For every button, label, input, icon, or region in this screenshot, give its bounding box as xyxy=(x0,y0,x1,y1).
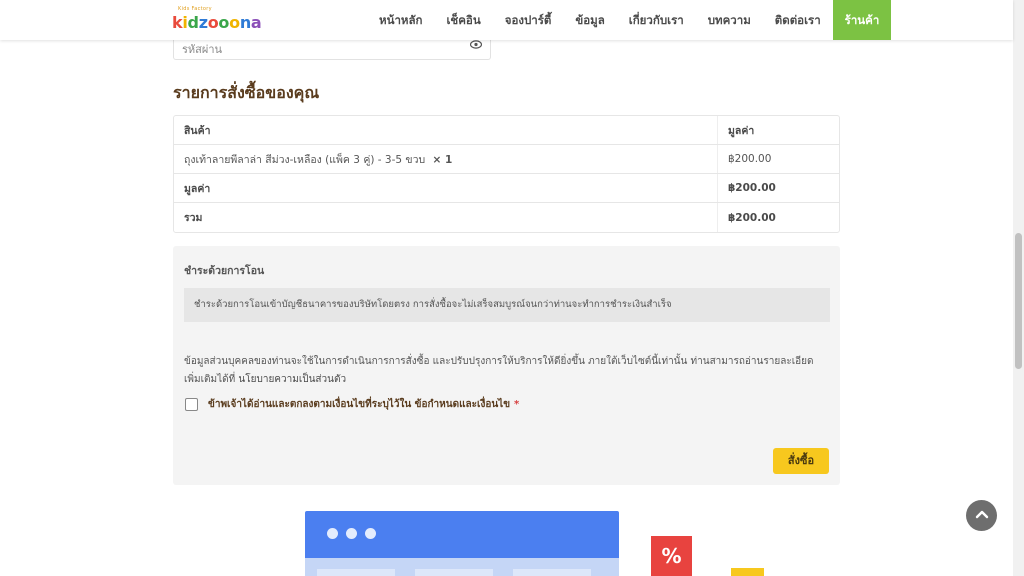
illustration-block xyxy=(731,568,764,576)
subtotal-label: มูลค่า xyxy=(184,182,211,195)
main-nav: หน้าหลัก เช็คอิน จองปาร์ตี้ ข้อมูล เกี่ย… xyxy=(367,0,892,40)
window-dot-icon xyxy=(365,528,376,539)
product-cell: ถุงเท้าลายพีลาล่า สีม่วง-เหลือง (แพ็ค 3 … xyxy=(174,151,717,168)
logo-wordmark: kidzooona xyxy=(172,13,262,32)
subtotal-value: ฿200.00 xyxy=(717,174,839,202)
site-header: Kids Factory kidzooona หน้าหลัก เช็คอิน … xyxy=(0,0,1013,40)
nav-item-contact[interactable]: ติดต่อเรา xyxy=(763,0,833,40)
nav-item-shop[interactable]: ร้านค้า xyxy=(832,0,892,40)
window-dot-icon xyxy=(346,528,357,539)
chevron-up-icon xyxy=(975,510,988,519)
order-title: รายการสั่งซื้อของคุณ xyxy=(173,83,320,102)
order-table: สินค้า มูลค่า ถุงเท้าลายพีลาล่า สีม่วง-เ… xyxy=(173,115,840,233)
required-marker: * xyxy=(514,399,520,410)
total-row: รวม ฿200.00 xyxy=(174,203,839,232)
total-value: ฿200.00 xyxy=(717,203,839,232)
nav-item-info[interactable]: ข้อมูล xyxy=(563,0,616,40)
logo-tagline: Kids Factory xyxy=(178,6,212,12)
nav-item-articles[interactable]: บทความ xyxy=(696,0,763,40)
payment-method-label[interactable]: ชำระด้วยการโอน xyxy=(184,262,264,279)
illustration-slot xyxy=(317,569,395,576)
table-header-row: สินค้า มูลค่า xyxy=(174,116,839,145)
illustration-slot xyxy=(513,569,591,576)
payment-box: ชำระด้วยการโอน ชำระด้วยการโอนเข้าบัญชีธน… xyxy=(173,246,840,485)
window-dot-icon xyxy=(327,528,338,539)
privacy-notice: ข้อมูลส่วนบุคคลของท่านจะใช้ในการดำเนินกา… xyxy=(184,353,830,389)
product-price: ฿200.00 xyxy=(717,145,839,173)
page-scrollbar[interactable] xyxy=(1013,0,1024,576)
subtotal-row: มูลค่า ฿200.00 xyxy=(174,174,839,203)
nav-item-home[interactable]: หน้าหลัก xyxy=(367,0,435,40)
percent-badge-icon: % xyxy=(651,536,692,576)
site-logo[interactable]: Kids Factory kidzooona xyxy=(172,6,262,34)
eye-icon[interactable] xyxy=(469,39,483,52)
scrollbar-thumb[interactable] xyxy=(1015,233,1022,369)
table-row: ถุงเท้าลายพีลาล่า สีม่วง-เหลือง (แพ็ค 3 … xyxy=(174,145,839,174)
password-placeholder: รหัสผ่าน xyxy=(182,43,223,56)
payment-description: ชำระด้วยการโอนเข้าบัญชีธนาคารของบริษัทโด… xyxy=(184,288,830,322)
privacy-policy-link[interactable]: นโยบายความเป็นส่วนตัว xyxy=(238,374,346,385)
terms-label[interactable]: ข้าพเจ้าได้อ่านและตกลงตามเงื่อนไขที่ระบุ… xyxy=(208,397,510,412)
nav-item-about[interactable]: เกี่ยวกับเรา xyxy=(617,0,696,40)
terms-row[interactable]: ข้าพเจ้าได้อ่านและตกลงตามเงื่อนไขที่ระบุ… xyxy=(185,397,519,412)
header-product: สินค้า xyxy=(184,124,211,137)
place-order-button[interactable]: สั่งซื้อ xyxy=(773,448,829,474)
scroll-to-top-button[interactable] xyxy=(966,500,997,531)
header-value: มูลค่า xyxy=(717,116,839,144)
product-qty: × 1 xyxy=(432,153,453,166)
illustration-slot xyxy=(415,569,493,576)
product-name: ถุงเท้าลายพีลาล่า สีม่วง-เหลือง (แพ็ค 3 … xyxy=(184,153,426,166)
nav-item-party[interactable]: จองปาร์ตี้ xyxy=(493,0,564,40)
total-label: รวม xyxy=(184,212,203,224)
nav-item-checkin[interactable]: เช็คอิน xyxy=(435,0,493,40)
terms-checkbox[interactable] xyxy=(185,398,198,411)
browser-illustration xyxy=(305,511,619,576)
